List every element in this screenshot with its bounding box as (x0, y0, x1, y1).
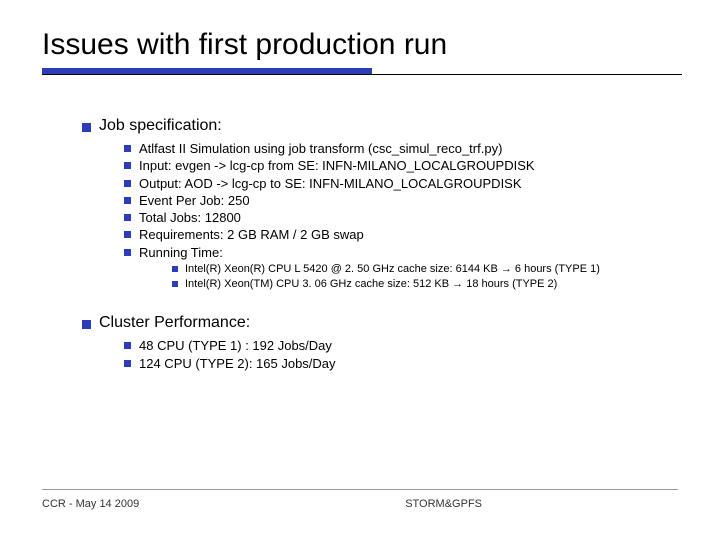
bullet-icon (82, 320, 91, 329)
section-cluster-perf: Cluster Performance: (82, 314, 678, 332)
list-item: Running Time: (124, 245, 678, 261)
bullet-icon (124, 145, 131, 152)
list-item: 48 CPU (TYPE 1) : 192 Jobs/Day (124, 338, 678, 354)
list-item: Requirements: 2 GB RAM / 2 GB swap (124, 227, 678, 243)
list-item: Total Jobs: 12800 (124, 210, 678, 226)
section-job-spec: Job specification: (82, 117, 678, 135)
list-item: Atlfast II Simulation using job transfor… (124, 141, 678, 157)
bullet-icon (124, 360, 131, 367)
cluster-perf-list: 48 CPU (TYPE 1) : 192 Jobs/Day 124 CPU (… (82, 338, 678, 372)
list-item: 124 CPU (TYPE 2): 165 Jobs/Day (124, 356, 678, 372)
list-item: Intel(R) Xeon(R) CPU L 5420 @ 2. 50 GHz … (172, 263, 678, 277)
list-item: Event Per Job: 250 (124, 193, 678, 209)
job-spec-list: Atlfast II Simulation using job transfor… (82, 141, 678, 291)
bullet-icon (124, 231, 131, 238)
bullet-icon (82, 123, 91, 132)
footer-rule (42, 489, 678, 490)
bullet-icon (124, 214, 131, 221)
slide-footer: CCR - May 14 2009 STORM&GPFS (42, 489, 678, 510)
title-rule (42, 68, 678, 75)
list-item: Input: evgen -> lcg-cp from SE: INFN-MIL… (124, 158, 678, 174)
list-item: Output: AOD -> lcg-cp to SE: INFN-MILANO… (124, 176, 678, 192)
bullet-icon (124, 197, 131, 204)
footer-date: CCR - May 14 2009 (42, 498, 139, 510)
footer-topic: STORM&GPFS (139, 498, 678, 510)
list-item: Intel(R) Xeon(TM) CPU 3. 06 GHz cache si… (172, 278, 678, 292)
bullet-icon (124, 162, 131, 169)
bullet-icon (124, 180, 131, 187)
section-heading: Cluster Performance: (99, 314, 250, 332)
slide-content: Job specification: Atlfast II Simulation… (42, 117, 678, 372)
bullet-icon (172, 266, 178, 272)
section-heading: Job specification: (99, 117, 222, 135)
bullet-icon (124, 249, 131, 256)
bullet-icon (172, 281, 178, 287)
bullet-icon (124, 342, 131, 349)
running-time-list: Intel(R) Xeon(R) CPU L 5420 @ 2. 50 GHz … (124, 263, 678, 292)
slide-title: Issues with first production run (42, 28, 678, 62)
